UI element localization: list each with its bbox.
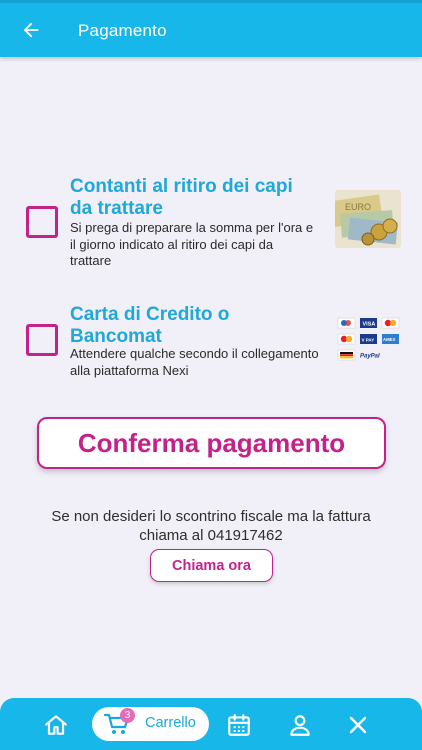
app-bar: Pagamento <box>0 0 422 57</box>
cart-nav-button[interactable]: 3 Carrello <box>92 707 209 741</box>
arrow-left-icon <box>23 22 39 38</box>
cash-euro-image: EURO <box>335 190 401 248</box>
svg-text:PayPal: PayPal <box>360 354 380 360</box>
cash-checkbox[interactable] <box>26 206 58 238</box>
card-option-title: Carta di Credito o Bancomat <box>70 304 230 347</box>
payment-option-card[interactable]: Carta di Credito o Bancomat Attendere qu… <box>26 304 406 384</box>
svg-text:VISA: VISA <box>363 322 376 328</box>
back-button[interactable] <box>14 13 48 47</box>
payment-option-cash[interactable]: Contanti al ritiro dei capi da trattare … <box>26 176 406 271</box>
calendar-icon[interactable] <box>225 711 253 739</box>
close-icon[interactable] <box>344 711 372 739</box>
invoice-note-line1: Se non desideri lo scontrino fiscale ma … <box>51 508 371 525</box>
card-option-description: Attendere qualche secondo il collegament… <box>70 346 319 378</box>
invoice-note: Se non desideri lo scontrino fiscale ma … <box>0 507 422 545</box>
cash-option-description: Si prega di preparare la somma per l'ora… <box>70 220 314 268</box>
svg-text:V PAY: V PAY <box>362 338 375 343</box>
user-icon[interactable] <box>286 711 314 739</box>
bottom-nav: 3 Carrello <box>0 698 422 750</box>
cart-label: Carrello <box>145 715 196 731</box>
page-title: Pagamento <box>78 21 167 40</box>
card-logos-image: VISA V PAY AMEX PayPal <box>337 316 401 362</box>
cart-count-badge: 3 <box>120 708 135 723</box>
confirm-payment-button[interactable]: Conferma pagamento <box>37 417 386 469</box>
cash-option-title: Contanti al ritiro dei capi da trattare <box>70 176 293 219</box>
card-checkbox[interactable] <box>26 324 58 356</box>
svg-text:EURO: EURO <box>345 202 371 212</box>
call-now-button[interactable]: Chiama ora <box>150 549 273 582</box>
home-icon[interactable] <box>42 711 70 739</box>
svg-text:AMEX: AMEX <box>383 337 396 342</box>
invoice-note-line2: chiama al 041917462 <box>139 527 283 544</box>
